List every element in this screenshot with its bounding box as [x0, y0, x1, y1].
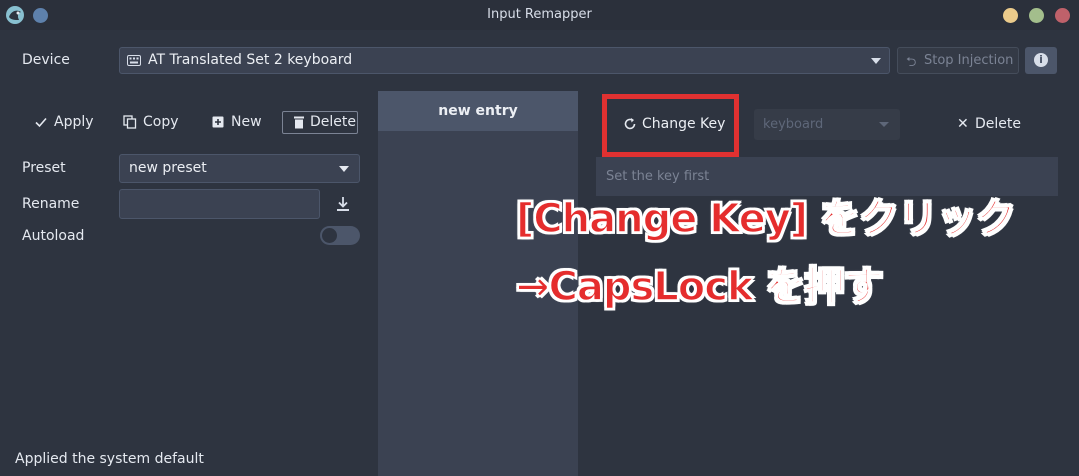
autoload-label: Autoload [22, 228, 85, 244]
annotation-text-line2: →CapsLock を押す [515, 263, 884, 311]
copy-button[interactable]: Copy [123, 113, 179, 135]
stop-injection-button[interactable]: ⮌ Stop Injection [897, 47, 1019, 74]
rename-label: Rename [22, 196, 80, 212]
chevron-down-icon [871, 58, 881, 64]
autoload-toggle[interactable] [320, 226, 360, 245]
chevron-down-icon [879, 122, 889, 127]
info-icon: i [1034, 53, 1048, 67]
close-button[interactable] [1055, 8, 1070, 23]
copy-icon [123, 115, 137, 129]
target-type-value: keyboard [763, 117, 824, 132]
info-button[interactable]: i [1025, 47, 1057, 74]
minimize-button[interactable] [1003, 8, 1018, 23]
annotation-text-line1: [Change Key] をクリック [515, 195, 1016, 243]
checkmark-icon [35, 117, 47, 128]
title-bar: Input Remapper [0, 0, 1079, 30]
key-input-placeholder: Set the key first [606, 169, 710, 184]
close-icon: ✕ [957, 116, 969, 132]
device-select[interactable]: AT Translated Set 2 keyboard [119, 47, 890, 74]
add-file-icon [212, 116, 224, 128]
device-select-value: AT Translated Set 2 keyboard [148, 52, 353, 68]
device-label: Device [22, 52, 70, 68]
keyboard-icon [127, 55, 141, 66]
annotation-highlight-box [602, 94, 739, 157]
preset-select-value: new preset [129, 160, 207, 176]
apply-label: Apply [54, 114, 94, 130]
new-button[interactable]: New [211, 113, 262, 135]
save-download-icon[interactable] [335, 196, 351, 212]
delete-preset-label: Delete [310, 114, 356, 130]
stop-injection-label: Stop Injection [924, 53, 1014, 68]
toggle-knob [322, 228, 337, 243]
preset-select[interactable]: new preset [119, 154, 360, 183]
trash-icon [294, 116, 304, 129]
rename-input[interactable] [119, 189, 320, 219]
chevron-down-icon [339, 166, 349, 172]
new-label: New [231, 114, 262, 130]
delete-entry-label: Delete [975, 116, 1021, 132]
undo-icon: ⮌ [906, 55, 917, 70]
target-type-select[interactable]: keyboard [754, 109, 900, 140]
apply-button[interactable]: Apply [34, 113, 94, 135]
mapping-entry-label: new entry [438, 103, 518, 119]
delete-preset-button[interactable]: Delete [282, 111, 358, 134]
mapping-list-item[interactable]: new entry [378, 91, 578, 131]
preset-label: Preset [22, 160, 66, 176]
window-title: Input Remapper [487, 7, 592, 22]
maximize-button[interactable] [1029, 8, 1044, 23]
copy-label: Copy [143, 114, 179, 130]
status-text: Applied the system default [15, 451, 204, 467]
